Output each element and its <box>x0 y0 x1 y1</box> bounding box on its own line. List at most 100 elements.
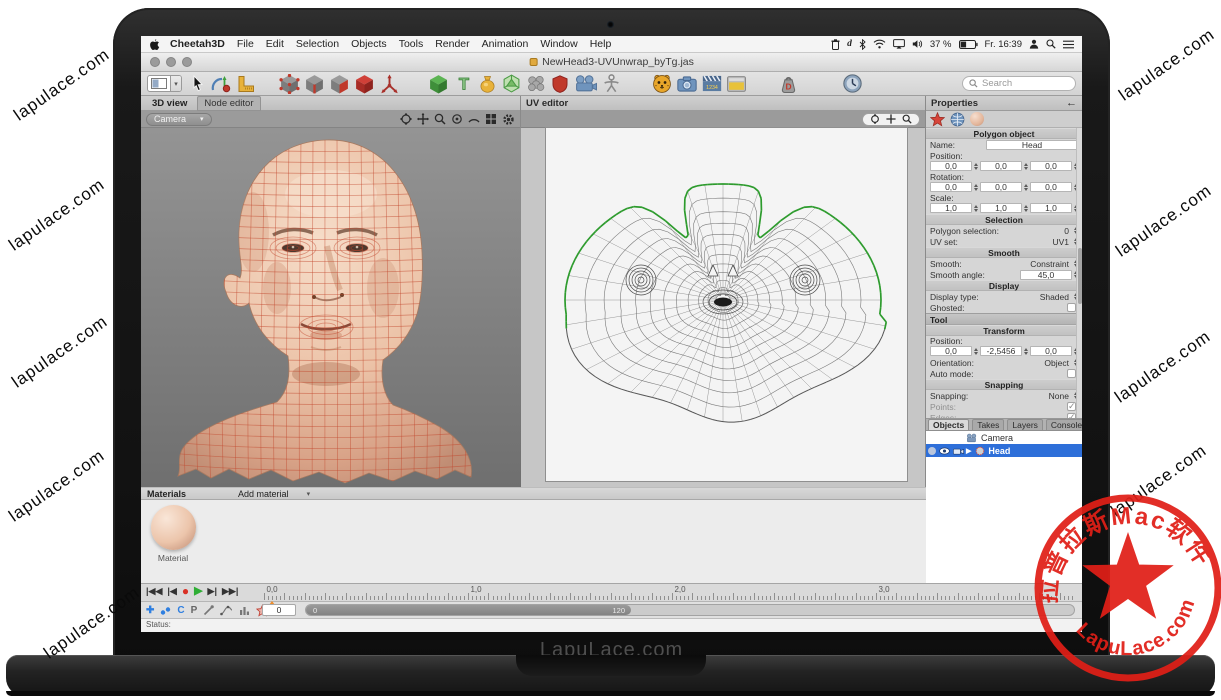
timeline-range-fill[interactable]: 0 120 <box>306 605 631 615</box>
window-title-bar[interactable]: NewHead3-UVUnwrap_byTg.jas <box>141 53 1082 72</box>
rotation-y-field[interactable]: 0,0 <box>980 182 1022 192</box>
point-mode-button[interactable] <box>279 73 300 95</box>
menu-render[interactable]: Render <box>435 38 469 50</box>
cheetah-button[interactable] <box>652 73 672 95</box>
position-y-field[interactable]: 0,0 <box>980 161 1022 171</box>
material-sphere[interactable] <box>151 505 196 550</box>
edge-mode-button[interactable] <box>304 73 325 95</box>
polygon-mode-button[interactable] <box>329 73 350 95</box>
stepper[interactable] <box>974 348 978 355</box>
rotate-view-icon[interactable] <box>451 113 463 125</box>
object-properties-tab-star-icon[interactable] <box>930 112 945 127</box>
ruler-tool-button[interactable] <box>236 73 255 95</box>
toolbar-search-field[interactable]: Search <box>962 76 1076 91</box>
select-tool-button[interactable] <box>191 73 205 95</box>
stepper[interactable] <box>1024 205 1028 212</box>
stepper[interactable] <box>974 163 978 170</box>
menu-edit[interactable]: Edit <box>266 38 284 50</box>
apple-menu[interactable] <box>149 38 160 51</box>
render-window-button[interactable] <box>727 73 746 95</box>
rotation-x-field[interactable]: 0,0 <box>930 182 972 192</box>
timeline-ruler[interactable]: |◀◀ |◀ ● ▶ ▶| ▶▶| 0,01,02,03,0 <box>141 584 1082 602</box>
step-back-button[interactable]: |◀ <box>167 586 176 597</box>
material-item[interactable]: Material <box>149 505 197 563</box>
menu-tools[interactable]: Tools <box>399 38 424 50</box>
menubar-clock[interactable]: Fr. 16:39 <box>985 39 1023 50</box>
volume-icon[interactable] <box>912 39 923 49</box>
tab-takes[interactable]: Takes <box>972 419 1004 431</box>
notification-center-icon[interactable] <box>1063 40 1074 49</box>
key-rotation-icon[interactable]: C <box>177 606 184 616</box>
animation-render-button[interactable]: 1234 <box>702 73 722 95</box>
view-settings-gear-icon[interactable] <box>502 113 515 126</box>
tab-node-editor[interactable]: Node editor <box>197 96 260 111</box>
add-material-button[interactable]: Add material <box>238 489 289 499</box>
tool-position-y-field[interactable]: -2,5456 <box>980 346 1022 356</box>
arc-icon[interactable] <box>468 113 480 125</box>
tab-console[interactable]: Console <box>1046 419 1082 431</box>
bluetooth-icon[interactable] <box>859 39 866 50</box>
visibility-eye-icon[interactable] <box>939 447 950 455</box>
close-button[interactable] <box>150 57 160 67</box>
uv-zoom-icon[interactable] <box>902 114 912 124</box>
key-position-icon[interactable]: ✚ <box>146 606 154 616</box>
go-end-button[interactable]: ▶▶| <box>222 586 238 597</box>
properties-scrollbar[interactable] <box>1076 128 1082 418</box>
camera-selector[interactable]: Camera ▾ <box>146 113 212 126</box>
play-button[interactable]: ▶ <box>194 587 202 596</box>
points-checkbox[interactable] <box>1067 402 1076 411</box>
tab-objects[interactable]: Objects <box>928 419 969 431</box>
add-polygon-button[interactable] <box>428 73 449 95</box>
weight-tool-button[interactable]: D <box>780 73 797 95</box>
stepper[interactable] <box>1024 163 1028 170</box>
quad-view-icon[interactable] <box>485 113 497 125</box>
add-material-chevron-icon[interactable]: ▾ <box>307 490 311 498</box>
user-icon[interactable] <box>1029 39 1039 49</box>
name-field[interactable]: Head <box>986 140 1078 150</box>
menu-objects[interactable]: Objects <box>351 38 387 50</box>
tab-layers[interactable]: Layers <box>1007 419 1043 431</box>
ghosted-checkbox[interactable] <box>1067 303 1076 312</box>
render-dot-icon[interactable] <box>928 447 936 455</box>
stepper[interactable] <box>974 205 978 212</box>
renderable-camera-icon[interactable] <box>953 447 964 455</box>
list-item-camera[interactable]: Camera <box>926 431 1082 444</box>
menu-extra-d[interactable]: d <box>847 39 852 49</box>
trash-icon[interactable] <box>831 39 840 50</box>
back-arrow-icon[interactable]: ← <box>1066 97 1077 109</box>
time-tool-button[interactable] <box>843 73 862 95</box>
pan-icon[interactable] <box>417 113 429 125</box>
minimize-button[interactable] <box>166 57 176 67</box>
position-z-field[interactable]: 0,0 <box>1030 161 1072 171</box>
list-item-head[interactable]: ▶ Head <box>926 444 1082 457</box>
layout-selector[interactable]: ▾ <box>147 75 182 92</box>
snapshot-button[interactable] <box>677 73 697 95</box>
stepper[interactable] <box>1024 348 1028 355</box>
smooth-angle-field[interactable]: 45,0 <box>1020 270 1072 280</box>
stepper[interactable] <box>1024 184 1028 191</box>
add-polyhedron-button[interactable] <box>502 73 521 95</box>
record-button[interactable]: ● <box>182 587 189 596</box>
auto-mode-checkbox[interactable] <box>1067 369 1076 378</box>
add-spline-button[interactable] <box>479 73 496 95</box>
object-mode-button[interactable] <box>354 73 375 95</box>
position-x-field[interactable]: 0,0 <box>930 161 972 171</box>
rotation-z-field[interactable]: 0,0 <box>1030 182 1072 192</box>
menu-selection[interactable]: Selection <box>296 38 339 50</box>
axis-mode-button[interactable] <box>379 73 400 95</box>
3d-viewport[interactable] <box>141 128 521 487</box>
step-forward-button[interactable]: ▶| <box>208 586 217 597</box>
transform-tool-button[interactable] <box>210 73 231 95</box>
spotlight-icon[interactable] <box>1046 39 1056 49</box>
uv-properties-tab-icon[interactable] <box>950 112 965 127</box>
stepper[interactable] <box>974 184 978 191</box>
airplay-icon[interactable] <box>893 39 905 49</box>
add-tag-button[interactable] <box>552 73 568 95</box>
add-character-button[interactable] <box>603 73 620 95</box>
key-pen-icon[interactable] <box>203 605 214 616</box>
menu-window[interactable]: Window <box>540 38 577 50</box>
wifi-icon[interactable] <box>873 39 886 49</box>
uv-canvas[interactable] <box>545 127 908 482</box>
menu-animation[interactable]: Animation <box>482 38 529 50</box>
orbit-icon[interactable] <box>400 113 412 125</box>
